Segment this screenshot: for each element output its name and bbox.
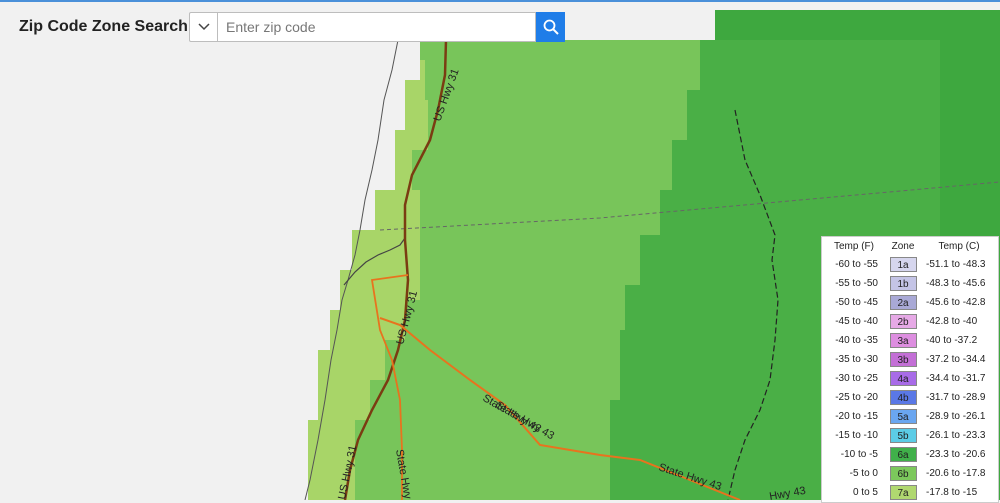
legend-temp-f: -35 to -30 — [835, 354, 878, 365]
legend-zone-swatch: 3a — [889, 333, 917, 348]
legend-row: -30 to -25 4a -34.4 to -31.7 — [822, 369, 998, 388]
legend-temp-f: -60 to -55 — [835, 259, 878, 270]
legend-row: -35 to -30 3b -37.2 to -34.4 — [822, 350, 998, 369]
legend-zone-cell: 3b — [886, 350, 920, 369]
legend-zone-swatch: 6b — [889, 466, 917, 481]
legend-temp-f: -20 to -15 — [835, 411, 878, 422]
legend-header-temp-f: Temp (F) — [834, 241, 874, 252]
legend-temp-f: -10 to -5 — [840, 449, 878, 460]
legend-temp-f: -40 to -35 — [835, 335, 878, 346]
legend-temp-c: -17.8 to -15 — [926, 487, 978, 498]
legend-header-zone: Zone — [891, 241, 915, 252]
legend-row: 0 to 5 7a -17.8 to -15 — [822, 483, 998, 502]
legend-temp-f: -55 to -50 — [835, 278, 878, 289]
legend-zone-cell: 3a — [886, 331, 920, 350]
legend-temp-f: -30 to -25 — [835, 373, 878, 384]
legend-temp-f: -25 to -20 — [835, 392, 878, 403]
legend-zone-swatch: 5a — [889, 409, 917, 424]
legend-zone-cell: 1b — [886, 274, 920, 293]
legend-temp-c: -51.1 to -48.3 — [926, 259, 986, 270]
legend-zone-swatch: 1b — [889, 276, 917, 291]
legend-row: -50 to -45 2a -45.6 to -42.8 — [822, 293, 998, 312]
zone-legend: Temp (F) Zone Temp (C) -60 to -55 1a -51.1… — [821, 236, 999, 503]
legend-row: -15 to -10 5b -26.1 to -23.3 — [822, 426, 998, 445]
zip-search-bar: Zip Code Zone Search — [0, 11, 565, 43]
legend-row: -40 to -35 3a -40 to -37.2 — [822, 331, 998, 350]
legend-temp-f: -45 to -40 — [835, 316, 878, 327]
legend-row: -55 to -50 1b -48.3 to -45.6 — [822, 274, 998, 293]
legend-zone-cell: 2b — [886, 312, 920, 331]
legend-temp-c: -23.3 to -20.6 — [926, 449, 986, 460]
legend-row: -25 to -20 4b -31.7 to -28.9 — [822, 388, 998, 407]
legend-zone-cell: 4a — [886, 369, 920, 388]
legend-zone-cell: 5a — [886, 407, 920, 426]
legend-header-temp-c: Temp (C) — [938, 241, 980, 252]
top-accent-line — [0, 0, 1000, 2]
legend-zone-cell: 6a — [886, 445, 920, 464]
search-button[interactable] — [536, 12, 565, 42]
legend-temp-f: -15 to -10 — [835, 430, 878, 441]
legend-temp-c: -45.6 to -42.8 — [926, 297, 986, 308]
dropdown-button[interactable] — [189, 12, 218, 42]
legend-temp-c: -31.7 to -28.9 — [926, 392, 986, 403]
legend-zone-swatch: 2b — [889, 314, 917, 329]
legend-zone-swatch: 5b — [889, 428, 917, 443]
legend-row: -45 to -40 2b -42.8 to -40 — [822, 312, 998, 331]
legend-zone-cell: 6b — [886, 464, 920, 483]
legend-temp-c: -37.2 to -34.4 — [926, 354, 986, 365]
legend-zone-swatch: 4a — [889, 371, 917, 386]
legend-zone-swatch: 4b — [889, 390, 917, 405]
legend-temp-c: -20.6 to -17.8 — [926, 468, 986, 479]
legend-zone-swatch: 2a — [889, 295, 917, 310]
legend-zone-swatch: 1a — [889, 257, 917, 272]
legend-row: -20 to -15 5a -28.9 to -26.1 — [822, 407, 998, 426]
legend-zone-cell: 4b — [886, 388, 920, 407]
chevron-down-icon — [197, 23, 210, 31]
search-title: Zip Code Zone Search — [19, 18, 188, 35]
legend-temp-f: 0 to 5 — [852, 487, 878, 498]
legend-row: -5 to 0 6b -20.6 to -17.8 — [822, 464, 998, 483]
legend-zone-cell: 7a — [886, 483, 920, 502]
legend-zone-cell: 2a — [886, 293, 920, 312]
legend-temp-c: -28.9 to -26.1 — [926, 411, 986, 422]
legend-zone-swatch: 3b — [889, 352, 917, 367]
legend-temp-f: -50 to -45 — [835, 297, 878, 308]
legend-temp-c: -26.1 to -23.3 — [926, 430, 986, 441]
legend-temp-c: -48.3 to -45.6 — [926, 278, 986, 289]
legend-temp-f: -5 to 0 — [849, 468, 878, 479]
legend-zone-swatch: 7a — [889, 485, 917, 500]
zip-code-input[interactable] — [218, 12, 536, 42]
legend-row: -60 to -55 1a -51.1 to -48.3 — [822, 255, 998, 274]
legend-zone-swatch: 6a — [889, 447, 917, 462]
legend-temp-c: -42.8 to -40 — [926, 316, 978, 327]
legend-temp-c: -34.4 to -31.7 — [926, 373, 986, 384]
legend-zone-cell: 5b — [886, 426, 920, 445]
legend-row: -10 to -5 6a -23.3 to -20.6 — [822, 445, 998, 464]
legend-temp-c: -40 to -37.2 — [926, 335, 978, 346]
search-icon — [543, 19, 559, 35]
legend-zone-cell: 1a — [886, 255, 920, 274]
